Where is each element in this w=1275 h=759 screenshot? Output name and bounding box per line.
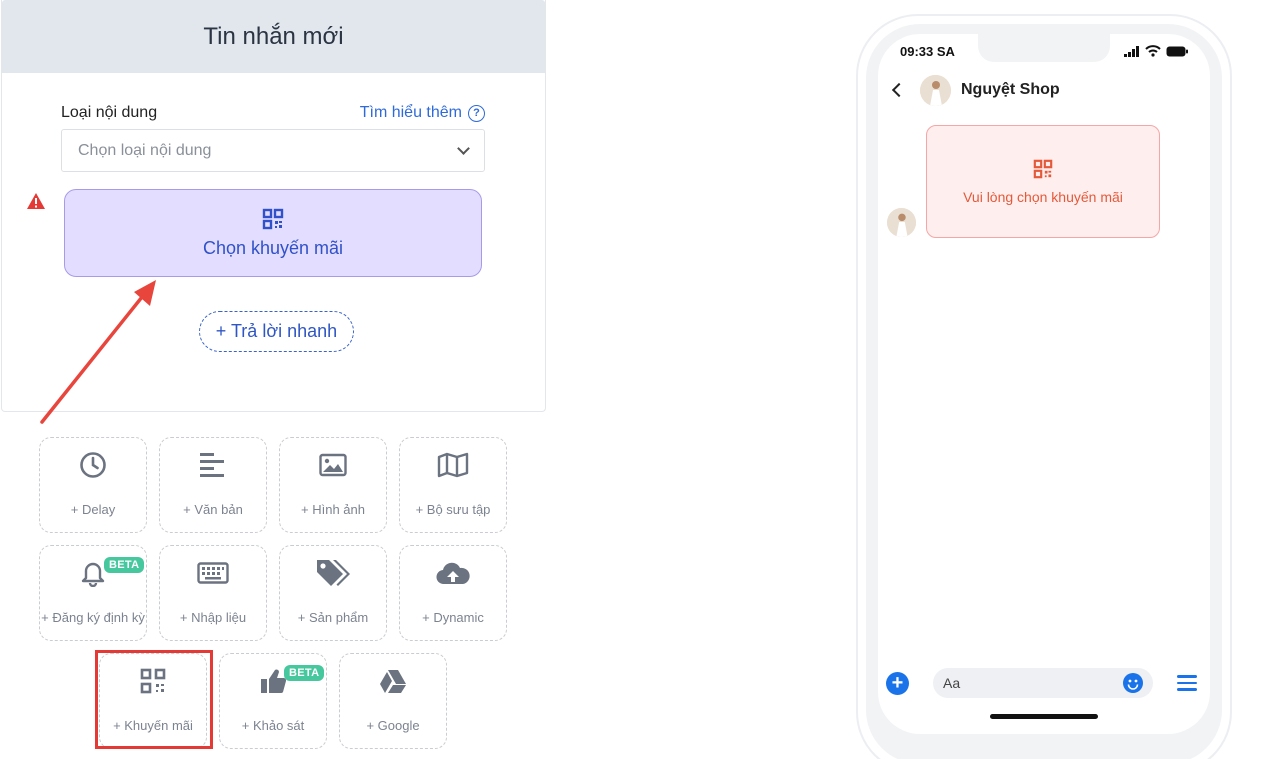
- editor-header: Tin nhắn mới: [2, 0, 545, 73]
- tile-input[interactable]: + Nhập liệu: [159, 545, 267, 641]
- promotion-highlight-box: [95, 650, 213, 749]
- chat-header: Nguyệt Shop: [888, 74, 1060, 106]
- tile-image-label: + Hình ảnh: [301, 502, 365, 517]
- add-icon[interactable]: +: [886, 671, 909, 695]
- tile-image[interactable]: + Hình ảnh: [279, 437, 387, 533]
- tile-product-label: + Sản phẩm: [297, 610, 369, 625]
- help-icon: ?: [468, 104, 485, 122]
- tile-delay[interactable]: + Delay: [39, 437, 147, 533]
- clock-icon: [79, 450, 107, 480]
- shop-avatar: [920, 74, 951, 106]
- menu-icon[interactable]: [1177, 675, 1197, 691]
- bell-icon: [79, 558, 107, 588]
- signal-icon: [1124, 45, 1139, 57]
- select-promotion-button[interactable]: Chọn khuyến mãi: [64, 189, 482, 277]
- tile-survey-label: + Khảo sát: [241, 718, 305, 733]
- cloud-upload-icon: [435, 558, 471, 588]
- tile-google-label: + Google: [366, 718, 420, 733]
- tile-product[interactable]: + Sản phẩm: [279, 545, 387, 641]
- tile-text-label: + Văn bản: [183, 502, 243, 517]
- learn-more-label: Tìm hiểu thêm: [359, 104, 462, 121]
- status-time: 09:33 SA: [900, 44, 955, 59]
- map-icon: [437, 450, 469, 480]
- google-drive-icon: [379, 666, 407, 696]
- back-icon[interactable]: [891, 82, 907, 98]
- beta-badge: BETA: [104, 557, 145, 573]
- content-type-select[interactable]: Chọn loại nội dung: [61, 129, 485, 172]
- tile-input-label: + Nhập liệu: [179, 610, 247, 625]
- message-input-placeholder: Aa: [943, 675, 961, 691]
- annotation-arrow: [40, 280, 156, 424]
- home-indicator: [990, 714, 1098, 719]
- emoji-icon[interactable]: [1123, 673, 1143, 693]
- phone-screen: 09:33 SA Nguyệt Shop Vui lòng chọn khuyế…: [878, 34, 1210, 734]
- message-input[interactable]: Aa: [933, 668, 1153, 698]
- chevron-down-icon: [457, 141, 470, 155]
- editor-title: Tin nhắn mới: [203, 22, 344, 50]
- content-type-select-value: Chọn loại nội dung: [78, 141, 212, 159]
- content-type-label: Loại nội dung: [61, 104, 158, 121]
- select-promotion-label: Chọn khuyến mãi: [202, 237, 344, 258]
- image-icon: [319, 450, 347, 480]
- qr-code-icon: [1033, 159, 1053, 178]
- tile-subscribe[interactable]: BETA + Đăng ký định kỳ: [39, 545, 147, 641]
- sender-avatar: [887, 208, 916, 237]
- warning-icon: [27, 193, 45, 209]
- tile-dynamic-label: + Dynamic: [422, 610, 484, 625]
- phone-notch: [978, 34, 1110, 62]
- shop-name: Nguyệt Shop: [961, 81, 1060, 98]
- tags-icon: [315, 558, 351, 588]
- tile-delay-label: + Delay: [70, 502, 116, 517]
- learn-more-link[interactable]: Tìm hiểu thêm ?: [360, 104, 485, 122]
- battery-icon: [1166, 46, 1188, 56]
- message-bubble: Vui lòng chọn khuyến mãi: [926, 125, 1160, 238]
- keyboard-icon: [197, 558, 229, 588]
- quick-reply-button[interactable]: + Trả lời nhanh: [199, 311, 354, 352]
- tile-gallery-label: + Bộ sưu tập: [415, 502, 491, 517]
- bubble-text: Vui lòng chọn khuyến mãi: [963, 188, 1123, 205]
- status-icons: [1124, 45, 1188, 57]
- tile-gallery[interactable]: + Bộ sưu tập: [399, 437, 507, 533]
- tile-subscribe-label: + Đăng ký định kỳ: [41, 610, 145, 625]
- qr-code-icon: [262, 208, 284, 229]
- compose-bar: + Aa: [886, 667, 1204, 699]
- text-align-icon: [199, 450, 227, 480]
- content-type-row: Loại nội dung Tìm hiểu thêm ?: [61, 101, 485, 125]
- beta-badge: BETA: [284, 665, 325, 681]
- thumbs-up-icon: [259, 666, 287, 696]
- wifi-icon: [1145, 45, 1161, 57]
- tile-text[interactable]: + Văn bản: [159, 437, 267, 533]
- tile-google[interactable]: + Google: [339, 653, 447, 749]
- tile-dynamic[interactable]: + Dynamic: [399, 545, 507, 641]
- tile-survey[interactable]: BETA + Khảo sát: [219, 653, 327, 749]
